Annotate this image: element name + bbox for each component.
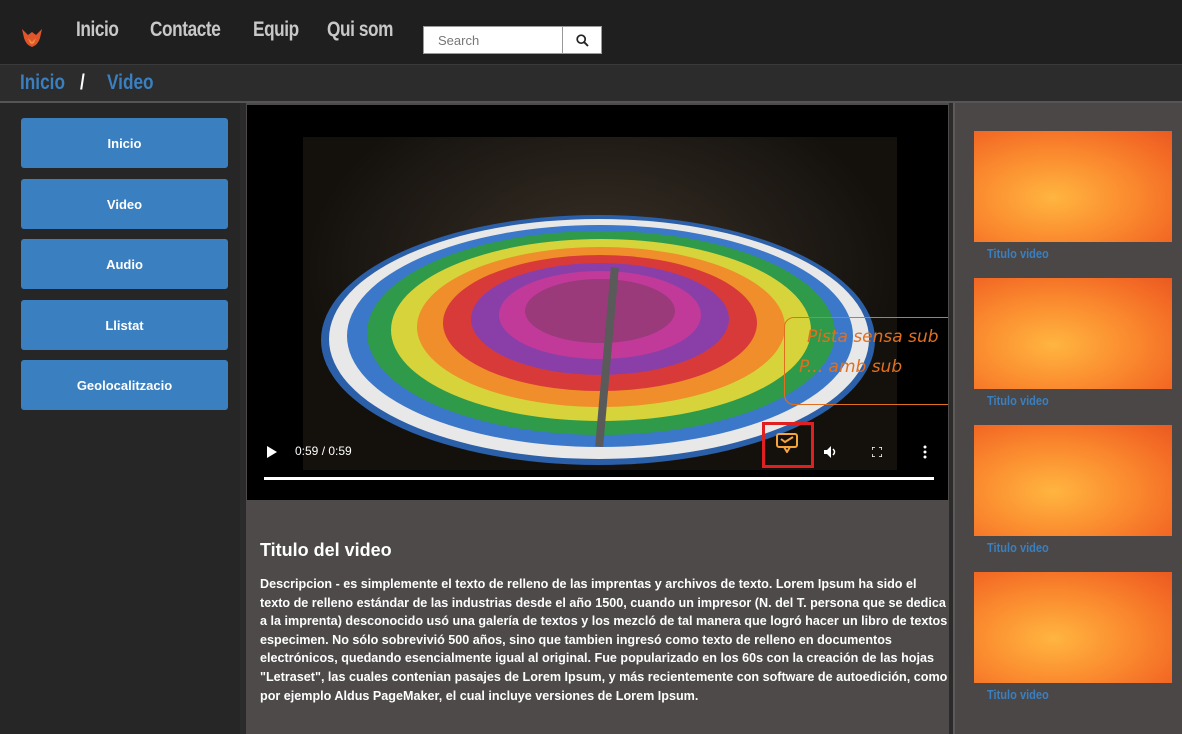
- sidebar-item-llistat[interactable]: Llistat: [21, 300, 228, 350]
- nav-equip[interactable]: Equip: [253, 18, 299, 42]
- search-icon: [575, 33, 589, 47]
- fullscreen-icon[interactable]: [872, 447, 882, 457]
- breadcrumb-separator: /: [80, 71, 85, 94]
- sidebar: Inicio Video Audio Llistat Geolocalitzac…: [0, 103, 240, 734]
- video-frame[interactable]: [303, 137, 897, 470]
- play-icon[interactable]: [267, 446, 277, 458]
- breadcrumb-current: Video: [107, 71, 154, 94]
- related-video-title[interactable]: Titulo video: [987, 540, 1049, 555]
- top-navbar: Inicio Contacte Equip Qui som Search: [0, 0, 1182, 65]
- video-player[interactable]: 0:59 / 0:59 Pista sensa sub P... amb sub: [247, 105, 948, 500]
- nav-inicio[interactable]: Inicio: [76, 18, 119, 42]
- related-video-thumbnail[interactable]: [974, 278, 1172, 389]
- progress-bar[interactable]: [264, 477, 934, 480]
- subtitles-icon[interactable]: [776, 433, 798, 453]
- related-video-title[interactable]: Titulo video: [987, 246, 1049, 261]
- breadcrumb: Inicio / Video: [0, 65, 1182, 103]
- logo-icon[interactable]: [20, 26, 44, 48]
- sidebar-item-inicio[interactable]: Inicio: [21, 118, 228, 168]
- related-video-thumbnail[interactable]: [974, 572, 1172, 683]
- sidebar-item-audio[interactable]: Audio: [21, 239, 228, 289]
- related-video-thumbnail[interactable]: [974, 131, 1172, 242]
- related-video-title[interactable]: Titulo video: [987, 393, 1049, 408]
- more-options-icon[interactable]: [923, 445, 927, 459]
- annotation-text-1: Pista sensa sub: [807, 327, 939, 347]
- video-title: Titulo del video: [260, 540, 392, 560]
- sidebar-item-video[interactable]: Video: [21, 179, 228, 229]
- search-button[interactable]: [562, 26, 602, 54]
- related-video-title[interactable]: Titulo video: [987, 687, 1049, 702]
- related-video-thumbnail[interactable]: [974, 425, 1172, 536]
- video-description: Descripcion - es simplemente el texto de…: [260, 577, 948, 703]
- nav-contacte[interactable]: Contacte: [150, 18, 221, 42]
- annotation-text-2: P... amb sub: [799, 357, 903, 377]
- related-videos: Titulo video Titulo video Titulo video T…: [953, 103, 1182, 734]
- nav-qui-som[interactable]: Qui som: [327, 18, 393, 42]
- search-input[interactable]: Search: [423, 26, 563, 54]
- main-content: 0:59 / 0:59 Pista sensa sub P... amb sub…: [246, 103, 949, 734]
- volume-icon[interactable]: [824, 446, 838, 458]
- breadcrumb-home[interactable]: Inicio: [20, 71, 65, 95]
- sidebar-item-geolocalitzacio[interactable]: Geolocalitzacio: [21, 360, 228, 410]
- time-display: 0:59 / 0:59: [295, 444, 352, 458]
